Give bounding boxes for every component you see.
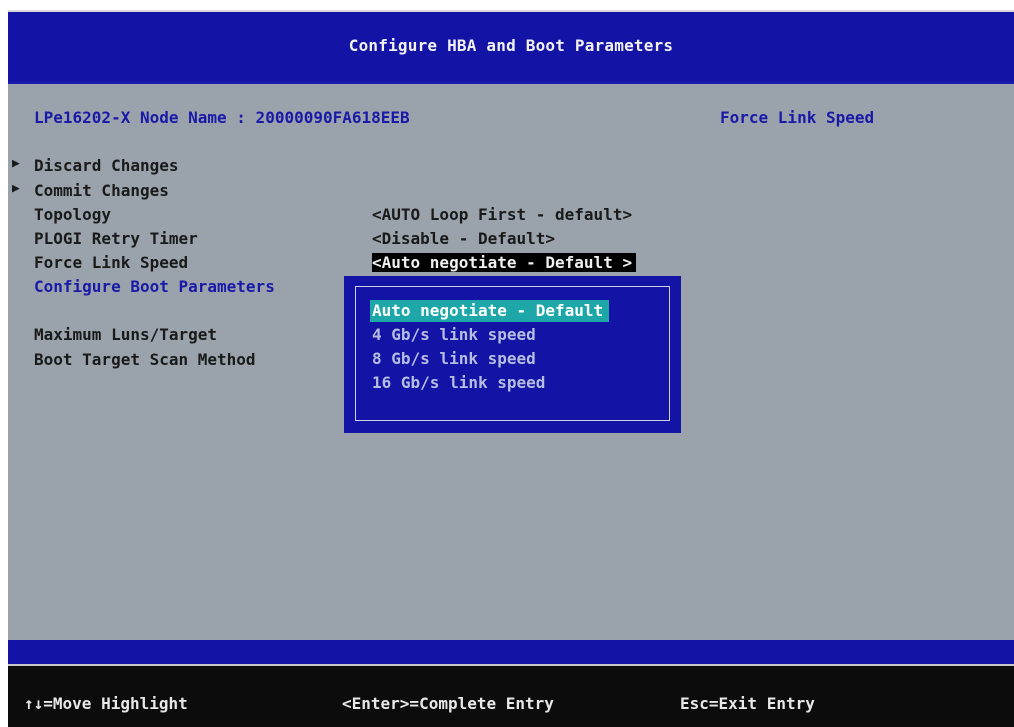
hint-complete-entry: <Enter>=Complete Entry xyxy=(342,694,554,713)
popup-border: Auto negotiate - Default 4 Gb/s link spe… xyxy=(355,286,670,421)
menu-item-discard-changes[interactable]: ▶ Discard Changes xyxy=(12,156,179,175)
hint-move-highlight: ↑↓=Move Highlight xyxy=(24,694,188,713)
topology-value[interactable]: <AUTO Loop First - default> xyxy=(372,205,632,224)
menu-item-boot-target-scan-method[interactable]: Boot Target Scan Method xyxy=(34,350,256,369)
help-title: Force Link Speed xyxy=(720,108,875,127)
bios-screen: Configure HBA and Boot Parameters LPe162… xyxy=(0,0,1014,727)
option-16gb[interactable]: 16 Gb/s link speed xyxy=(372,372,545,394)
menu-item-maximum-luns[interactable]: Maximum Luns/Target xyxy=(34,325,217,344)
left-margin xyxy=(0,0,8,727)
plogi-value[interactable]: <Disable - Default> xyxy=(372,229,555,248)
option-8gb[interactable]: 8 Gb/s link speed xyxy=(372,348,536,370)
menu-item-force-link-speed[interactable]: Force Link Speed xyxy=(34,253,188,272)
option-4gb[interactable]: 4 Gb/s link speed xyxy=(372,324,536,346)
menu-item-label: Discard Changes xyxy=(34,156,179,175)
status-separator xyxy=(8,640,1014,664)
menu-item-label: Commit Changes xyxy=(34,181,169,200)
link-speed-popup: Auto negotiate - Default 4 Gb/s link spe… xyxy=(344,276,681,433)
title-bar: Configure HBA and Boot Parameters xyxy=(8,10,1014,84)
menu-item-topology[interactable]: Topology xyxy=(34,205,111,224)
submenu-arrow-icon: ▶ xyxy=(12,181,20,196)
menu-item-plogi-retry-timer[interactable]: PLOGI Retry Timer xyxy=(34,229,198,248)
top-margin xyxy=(0,0,1014,10)
submenu-arrow-icon: ▶ xyxy=(12,156,20,171)
node-name-label: LPe16202-X Node Name : 20000090FA618EEB xyxy=(34,108,410,127)
status-bar: ↑↓=Move Highlight <Enter>=Complete Entry… xyxy=(8,664,1014,727)
page-title: Configure HBA and Boot Parameters xyxy=(348,36,674,55)
option-auto-negotiate[interactable]: Auto negotiate - Default xyxy=(370,300,610,322)
menu-item-configure-boot-parameters[interactable]: Configure Boot Parameters xyxy=(34,277,275,296)
menu-item-commit-changes[interactable]: ▶ Commit Changes xyxy=(12,181,169,200)
link-speed-value[interactable]: <Auto negotiate - Default > xyxy=(372,253,637,272)
hint-exit-entry: Esc=Exit Entry xyxy=(680,694,815,713)
